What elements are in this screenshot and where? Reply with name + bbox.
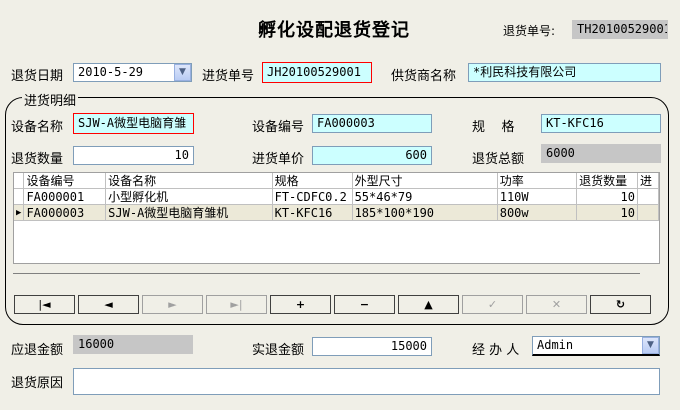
delete-record-button[interactable]: − — [334, 295, 395, 314]
refresh-icon: ↻ — [615, 298, 626, 311]
cancel-icon: ✕ — [551, 298, 562, 311]
return-total-field: 6000 — [541, 144, 661, 163]
cell-power[interactable]: 800w — [497, 204, 578, 221]
actual-refund-label: 实退金额 — [252, 343, 305, 358]
refund-due-label: 应退金额 — [11, 343, 64, 358]
next-icon: ► — [168, 298, 177, 311]
next-record-button[interactable]: ► — [142, 295, 203, 314]
reason-field[interactable] — [73, 368, 660, 395]
table-row[interactable]: FA000001 小型孵化机 FT-CDFC0.2 55*46*79 110W … — [14, 188, 659, 205]
current-row-pointer-icon: ▶ — [14, 204, 25, 221]
cell-qty[interactable]: 10 — [576, 204, 638, 221]
device-code-label: 设备编号 — [252, 120, 305, 135]
unit-price-field[interactable]: 600 — [312, 146, 432, 165]
minus-icon: − — [359, 298, 370, 311]
last-icon: ►| — [230, 298, 243, 311]
post-record-button[interactable]: ✓ — [462, 295, 523, 314]
detail-grid[interactable]: 设备编号 设备名称 规格 外型尺寸 功率 退货数量 进 FA000001 小型孵… — [13, 172, 660, 264]
prior-record-button[interactable]: ◄ — [78, 295, 139, 314]
handler-select[interactable]: Admin — [532, 336, 660, 356]
first-icon: |◄ — [38, 298, 51, 311]
column-header[interactable]: 外型尺寸 — [352, 173, 498, 189]
cell-spec[interactable]: FT-CDFC0.2 — [272, 188, 353, 205]
refresh-button[interactable]: ↻ — [590, 295, 651, 314]
plus-icon: + — [295, 298, 306, 311]
quantity-field[interactable]: 10 — [73, 146, 194, 165]
column-header[interactable]: 设备名称 — [105, 173, 273, 189]
check-icon: ✓ — [487, 298, 498, 311]
handler-dropdown-icon[interactable]: ▼ — [642, 337, 659, 354]
reason-label: 退货原因 — [11, 376, 64, 391]
insert-record-button[interactable]: + — [270, 295, 331, 314]
cancel-record-button[interactable]: ✕ — [526, 295, 587, 314]
actual-refund-field[interactable]: 15000 — [312, 337, 432, 356]
up-triangle-icon: ▲ — [424, 298, 433, 311]
table-row[interactable]: ▶ FA000003 SJW-A微型电脑育雏机 KT-KFC16 185*100… — [14, 204, 659, 221]
purchase-no-field[interactable]: JH20100529001 — [262, 62, 372, 83]
cell-name[interactable]: 小型孵化机 — [105, 188, 273, 205]
cell-spec[interactable]: KT-KFC16 — [272, 204, 353, 221]
device-code-field[interactable]: FA000003 — [312, 114, 432, 133]
cell-extra[interactable] — [637, 204, 659, 221]
return-no-label: 退货单号: — [503, 24, 556, 38]
quantity-label: 退货数量 — [11, 152, 64, 167]
prior-icon: ◄ — [104, 298, 113, 311]
row-indicator — [14, 188, 25, 205]
cell-size[interactable]: 55*46*79 — [352, 188, 498, 205]
grid-divider — [13, 273, 640, 274]
purchase-no-label: 进货单号 — [202, 69, 255, 84]
cell-qty[interactable]: 10 — [576, 188, 638, 205]
purchase-detail-title: 进货明细 — [22, 90, 79, 109]
device-name-field[interactable]: SJW-A微型电脑育雏 — [73, 113, 194, 134]
edit-record-button[interactable]: ▲ — [398, 295, 459, 314]
cell-name[interactable]: SJW-A微型电脑育雏机 — [105, 204, 273, 221]
column-header[interactable]: 进 — [637, 173, 659, 189]
page-title: 孵化设配退货登记 — [258, 20, 410, 41]
spec-field[interactable]: KT-KFC16 — [541, 114, 661, 133]
column-header[interactable]: 功率 — [497, 173, 578, 189]
column-header[interactable]: 退货数量 — [576, 173, 638, 189]
supplier-label: 供货商名称 — [391, 69, 457, 84]
column-header[interactable]: 规格 — [272, 173, 353, 189]
return-no-field: TH20100529001 — [572, 20, 668, 39]
supplier-field[interactable]: *利民科技有限公司 — [468, 63, 661, 82]
return-total-label: 退货总额 — [472, 152, 525, 167]
handler-label: 经 办 人 — [472, 343, 520, 358]
cell-code[interactable]: FA000003 — [23, 204, 107, 221]
device-name-label: 设备名称 — [11, 120, 64, 135]
last-record-button[interactable]: ►| — [206, 295, 267, 314]
cell-size[interactable]: 185*100*190 — [352, 204, 498, 221]
column-header[interactable]: 设备编号 — [23, 173, 107, 189]
refund-due-field: 16000 — [73, 335, 193, 354]
unit-price-label: 进货单价 — [252, 152, 305, 167]
first-record-button[interactable]: |◄ — [14, 295, 75, 314]
grid-indicator-header — [14, 173, 25, 189]
spec-label: 规 格 — [472, 120, 515, 135]
cell-power[interactable]: 110W — [497, 188, 578, 205]
date-dropdown-icon[interactable]: ▼ — [174, 64, 191, 81]
cell-code[interactable]: FA000001 — [23, 188, 107, 205]
cell-extra[interactable] — [637, 188, 659, 205]
grid-header-row: 设备编号 设备名称 规格 外型尺寸 功率 退货数量 进 — [14, 173, 659, 189]
return-date-label: 退货日期 — [11, 69, 64, 84]
